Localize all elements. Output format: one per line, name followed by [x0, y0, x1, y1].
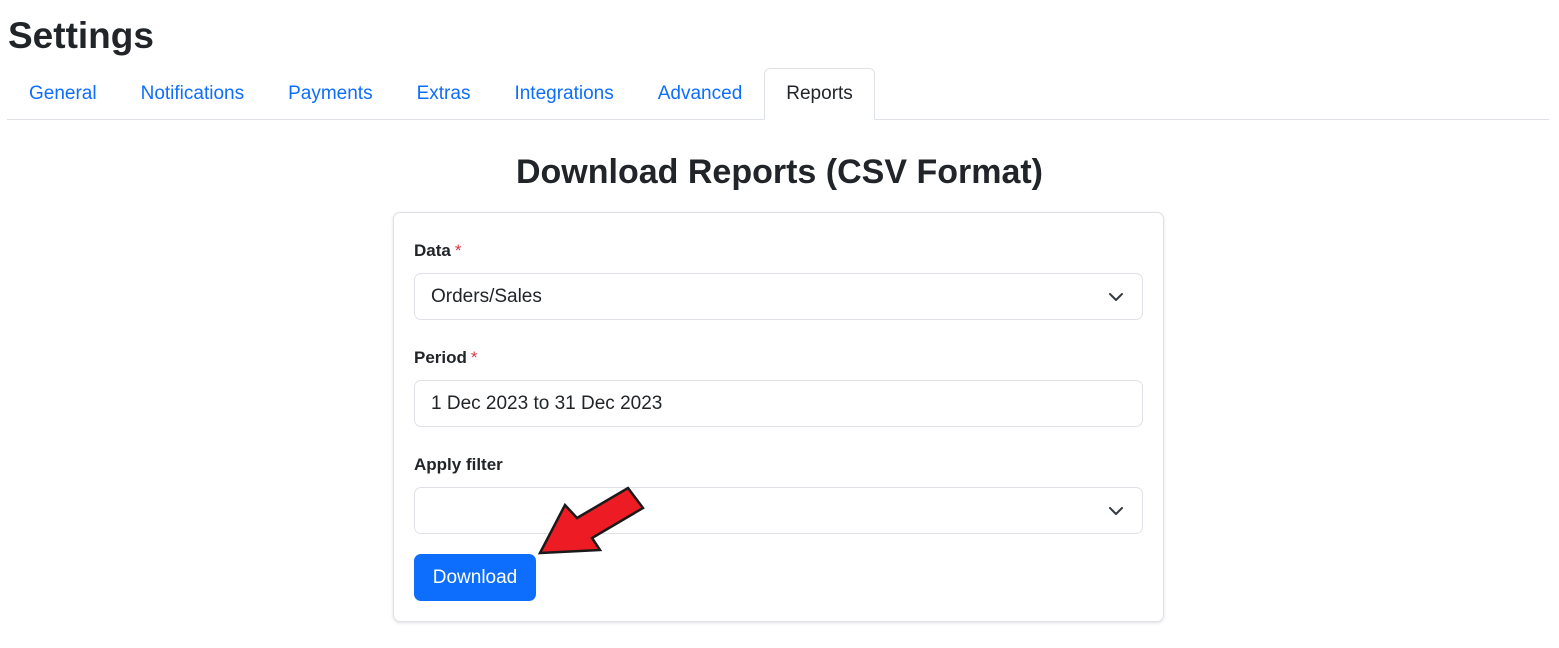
- period-input-value: 1 Dec 2023 to 31 Dec 2023: [431, 392, 663, 414]
- tab-reports[interactable]: Reports: [764, 68, 875, 120]
- page-title: Settings: [8, 15, 154, 56]
- tab-notifications[interactable]: Notifications: [119, 68, 267, 120]
- tab-general[interactable]: General: [7, 68, 119, 120]
- data-field-label: Data *: [414, 240, 461, 262]
- data-label-text: Data: [414, 241, 451, 260]
- settings-tabs: General Notifications Payments Extras In…: [7, 68, 1549, 120]
- data-select[interactable]: Orders/Sales: [414, 273, 1143, 320]
- period-date-range-input[interactable]: 1 Dec 2023 to 31 Dec 2023: [414, 380, 1143, 427]
- section-title: Download Reports (CSV Format): [515, 153, 1044, 191]
- required-marker: *: [470, 348, 478, 367]
- period-field-label: Period *: [414, 347, 478, 369]
- report-form-card: Data * Orders/Sales Period * 1 Dec 2023 to…: [393, 212, 1164, 622]
- chevron-down-icon: [1109, 506, 1123, 515]
- red-arrow-icon: [537, 486, 645, 555]
- tab-extras[interactable]: Extras: [395, 68, 493, 120]
- data-select-value: Orders/Sales: [431, 285, 542, 307]
- chevron-down-icon: [1109, 292, 1123, 301]
- required-marker: *: [454, 241, 462, 260]
- tab-integrations[interactable]: Integrations: [492, 68, 635, 120]
- period-label-text: Period: [414, 348, 467, 367]
- filter-field-label: Apply filter: [414, 455, 503, 474]
- download-button[interactable]: Download: [414, 554, 536, 601]
- tab-advanced[interactable]: Advanced: [636, 68, 765, 120]
- filter-select[interactable]: [414, 487, 1143, 534]
- tab-payments[interactable]: Payments: [266, 68, 394, 120]
